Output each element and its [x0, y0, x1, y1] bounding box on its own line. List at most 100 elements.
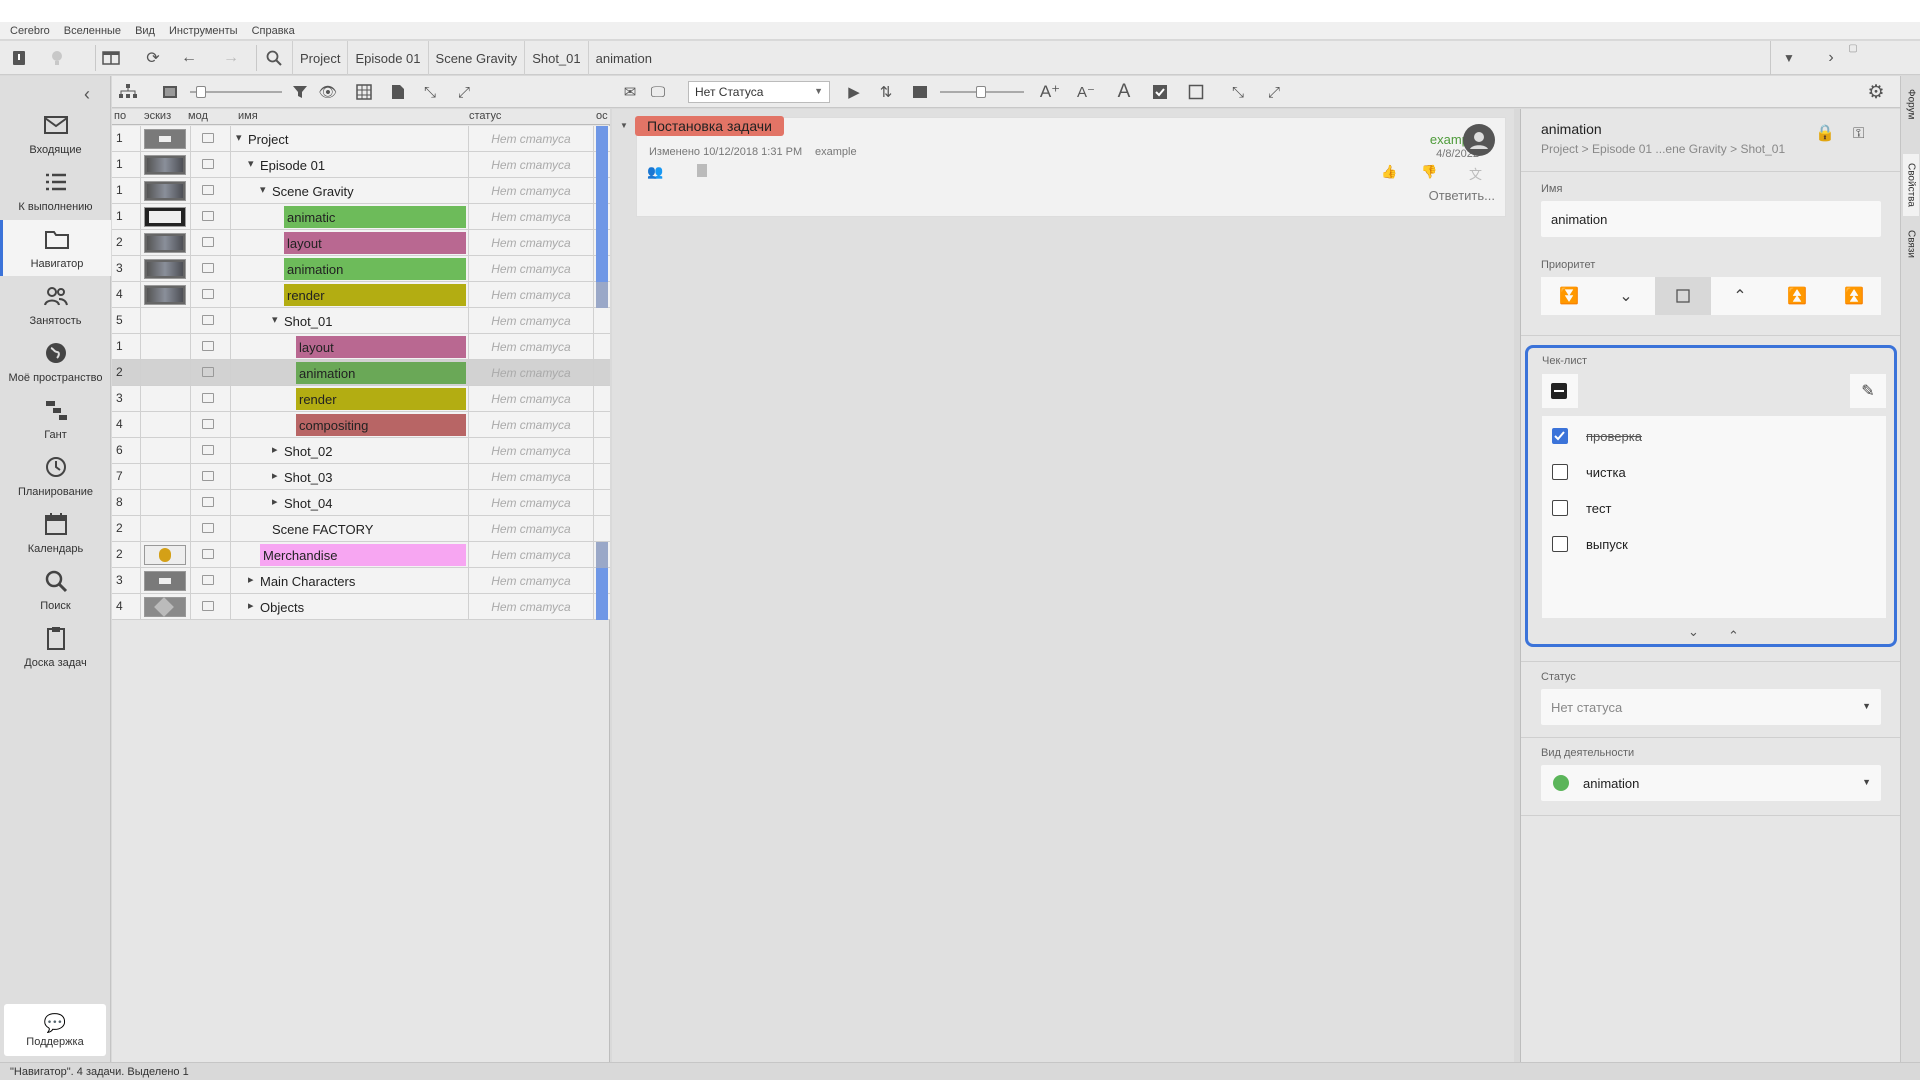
- thumbnail[interactable]: [144, 207, 186, 227]
- reply-link[interactable]: Ответить...: [1359, 188, 1495, 203]
- lock-icon[interactable]: 🔒: [1815, 123, 1835, 143]
- checklist-checkbox[interactable]: [1552, 536, 1568, 552]
- name-field[interactable]: animation: [1541, 201, 1881, 237]
- window-icon[interactable]: ▢: [1846, 41, 1860, 55]
- thumbs-up-icon[interactable]: 👍: [1381, 164, 1397, 180]
- menu-item[interactable]: Вселенные: [64, 25, 121, 37]
- side-tab[interactable]: Связи: [1903, 224, 1919, 264]
- table-row[interactable]: 1 ▾ Episode 01 Нет статуса: [112, 152, 610, 178]
- search-icon[interactable]: [261, 45, 287, 71]
- priority-normal-icon[interactable]: [1655, 277, 1711, 315]
- table-row[interactable]: 2 animation Нет статуса: [112, 360, 610, 386]
- layout-icon[interactable]: [98, 45, 124, 71]
- thumb-size-slider[interactable]: [190, 86, 282, 98]
- priority-lowest-icon[interactable]: ⏬: [1541, 277, 1597, 315]
- monitor-icon[interactable]: 🖵: [646, 80, 670, 104]
- task-status[interactable]: Нет статуса: [468, 360, 594, 386]
- table-row[interactable]: 5 ▾ Shot_01 Нет статуса: [112, 308, 610, 334]
- task-name[interactable]: layout: [296, 336, 466, 358]
- table-row[interactable]: 6 ▸ Shot_02 Нет статуса: [112, 438, 610, 464]
- task-status[interactable]: Нет статуса: [468, 490, 594, 516]
- task-name[interactable]: Shot_01: [284, 310, 332, 332]
- collapsed-arrow-icon[interactable]: ▸: [248, 573, 254, 586]
- forward-arrow-icon[interactable]: →: [218, 45, 244, 71]
- nav-item-gantt[interactable]: Гант: [0, 391, 111, 447]
- expanded-arrow-icon[interactable]: ▾: [260, 183, 266, 196]
- task-name[interactable]: render: [284, 284, 466, 306]
- menu-item[interactable]: Вид: [135, 25, 155, 37]
- breadcrumb-item[interactable]: animation: [587, 41, 659, 75]
- sort-icon[interactable]: ⇅: [874, 80, 898, 104]
- checklist-checkbox[interactable]: [1552, 464, 1568, 480]
- task-status[interactable]: Нет статуса: [468, 542, 594, 568]
- task-name[interactable]: animation: [296, 362, 466, 384]
- font-decrease-icon[interactable]: A⁻: [1074, 80, 1098, 104]
- priority-higher-icon[interactable]: ⏫: [1769, 277, 1825, 315]
- task-status[interactable]: Нет статуса: [468, 334, 594, 360]
- font-size-slider[interactable]: [940, 86, 1024, 98]
- column-name[interactable]: имя: [238, 110, 258, 122]
- status-filter-select[interactable]: Нет Статуса ▼: [688, 81, 830, 103]
- checklist-item-label[interactable]: выпуск: [1586, 537, 1628, 552]
- checklist-checkbox[interactable]: [1552, 428, 1568, 444]
- task-status[interactable]: Нет статуса: [468, 438, 594, 464]
- task-status[interactable]: Нет статуса: [468, 152, 594, 178]
- checklist-collapse-chevron-icon[interactable]: ⌄: [1688, 624, 1699, 640]
- table-row[interactable]: 1 ▾ Scene Gravity Нет статуса: [112, 178, 610, 204]
- expanded-arrow-icon[interactable]: ▾: [236, 131, 242, 144]
- task-path[interactable]: Project > Episode 01 ...ene Gravity > Sh…: [1541, 142, 1785, 156]
- breadcrumb-item[interactable]: Shot_01: [524, 41, 587, 75]
- thumbnail[interactable]: [144, 233, 186, 253]
- users-icon[interactable]: 👥: [647, 164, 663, 180]
- nav-item-folder[interactable]: Навигатор: [0, 220, 111, 276]
- task-name[interactable]: Shot_04: [284, 492, 332, 514]
- checklist-item-label[interactable]: проверка: [1586, 429, 1642, 444]
- column-status[interactable]: статус: [469, 110, 501, 122]
- lightbulb-icon[interactable]: [44, 45, 70, 71]
- thumbs-down-icon[interactable]: 👎: [1421, 164, 1437, 180]
- priority-low-icon[interactable]: ⌄: [1598, 277, 1654, 315]
- task-name[interactable]: compositing: [296, 414, 466, 436]
- task-status[interactable]: Нет статуса: [468, 204, 594, 230]
- task-status[interactable]: Нет статуса: [468, 464, 594, 490]
- expanded-arrow-icon[interactable]: ▾: [272, 313, 278, 326]
- task-name[interactable]: Merchandise: [260, 544, 466, 566]
- nav-item-list[interactable]: К выполнению: [0, 163, 111, 219]
- activity-select[interactable]: animation ▼: [1541, 765, 1881, 801]
- checklist-checkbox[interactable]: [1552, 500, 1568, 516]
- nav-item-search[interactable]: Поиск: [0, 562, 111, 618]
- task-status[interactable]: Нет статуса: [468, 178, 594, 204]
- collapsed-arrow-icon[interactable]: ▸: [272, 469, 278, 482]
- table-row[interactable]: 4 render Нет статуса: [112, 282, 610, 308]
- info-icon[interactable]: [6, 45, 32, 71]
- breadcrumb-item[interactable]: Scene Gravity: [427, 41, 525, 75]
- breadcrumb-item[interactable]: Project: [292, 41, 347, 75]
- collapse-chevron-icon[interactable]: ‹: [84, 84, 90, 105]
- task-name[interactable]: animatic: [284, 206, 466, 228]
- nav-item-clock[interactable]: Планирование: [0, 448, 111, 504]
- thumbnail[interactable]: [144, 597, 186, 617]
- refresh-icon[interactable]: ⟳: [140, 45, 166, 71]
- settings-gear-icon[interactable]: ⚙: [1864, 80, 1888, 104]
- menu-item[interactable]: Справка: [252, 25, 295, 37]
- task-status[interactable]: Нет статуса: [468, 516, 594, 542]
- column-thumbnail[interactable]: эскиз: [144, 110, 171, 122]
- table-row[interactable]: 4 ▸ Objects Нет статуса: [112, 594, 610, 620]
- task-status[interactable]: Нет статуса: [468, 282, 594, 308]
- table-row[interactable]: 1 layout Нет статуса: [112, 334, 610, 360]
- checklist-item-label[interactable]: чистка: [1586, 465, 1626, 480]
- table-row[interactable]: 3 animation Нет статуса: [112, 256, 610, 282]
- expand-all-icon[interactable]: ⤢: [1262, 80, 1286, 104]
- checklist-expand-chevron-icon[interactable]: ⌃: [1728, 628, 1739, 644]
- table-row[interactable]: 3 render Нет статуса: [112, 386, 610, 412]
- thumbnail[interactable]: [144, 155, 186, 175]
- avatar[interactable]: [1463, 124, 1495, 156]
- menu-item[interactable]: Cerebro: [10, 25, 50, 37]
- task-name[interactable]: Scene Gravity: [272, 180, 354, 202]
- task-status[interactable]: Нет статуса: [468, 256, 594, 282]
- support-button[interactable]: 💬 Поддержка: [4, 1004, 106, 1056]
- expanded-arrow-icon[interactable]: ▾: [248, 157, 254, 170]
- back-arrow-icon[interactable]: ←: [176, 45, 202, 71]
- column-num[interactable]: по: [114, 110, 126, 122]
- dropdown-arrow-icon[interactable]: ▼: [1776, 45, 1802, 71]
